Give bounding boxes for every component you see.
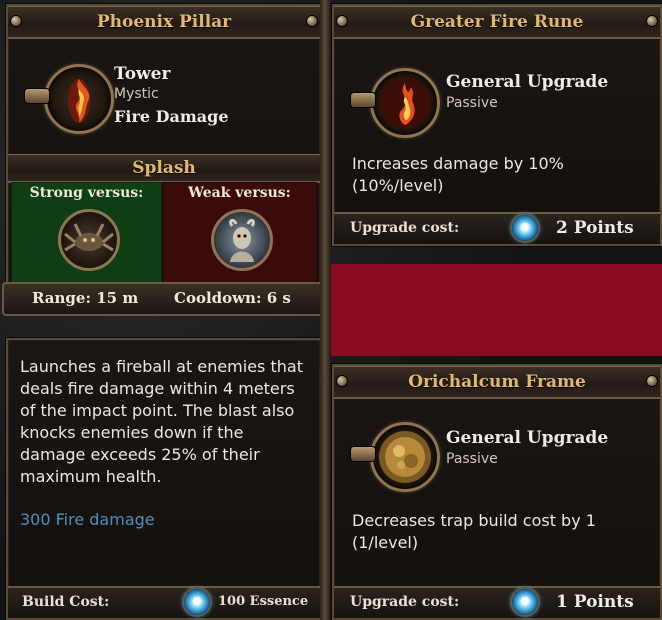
upgrade-1-cost-value: 2 Points [556,218,634,238]
tower-stats-bar: Range: 15 m Cooldown: 6 s [2,282,324,316]
upgrade-2-kind: Passive [446,451,498,467]
rivet [11,16,21,26]
range-value: Range: 15 m [32,289,139,307]
panel-divider [320,0,330,620]
horned-beast-enemy-icon [211,209,273,271]
redacted-block [331,264,662,356]
upgrade-1-cost-bar: Upgrade cost: ✹ 2 Points [334,212,660,244]
upgrade-2-title: Orichalcum Frame [334,366,660,399]
upgrade-2-description: Decreases trap build cost by 1 (1/level) [352,511,596,552]
upgrade-card-fire-rune: Greater Fire Rune General Upgrade Passiv… [332,4,662,246]
splash-header: Splash [8,154,320,183]
weak-versus-box: Weak versus: [162,182,317,286]
fire-rune-icon [351,68,440,138]
tower-description-panel: Launches a fireball at enemies that deal… [6,338,322,620]
upgrade-2-cost-value: 1 Points [556,592,634,612]
upgrade-1-category: General Upgrade [446,72,609,92]
orichalcum-frame-icon [351,422,440,492]
tower-stat-damage: 300 Fire damage [20,510,155,529]
cooldown-value: Cooldown: 6 s [174,289,291,307]
rivet [337,376,347,386]
essence-gem-icon: ✹ [512,589,538,615]
build-cost-label: Build Cost: [22,594,110,610]
rivet [307,16,317,26]
strong-versus-label: Strong versus: [29,185,144,201]
weak-versus-label: Weak versus: [188,185,291,201]
upgrade-1-kind: Passive [446,95,498,111]
upgrade-1-cost-label: Upgrade cost: [350,220,460,236]
upgrade-1-title: Greater Fire Rune [334,6,660,39]
tower-type: Tower [114,64,171,84]
upgrade-1-description: Increases damage by 10% (10%/level) [352,154,564,195]
spider-enemy-icon [58,209,120,271]
upgrade-2-category: General Upgrade [446,428,609,448]
phoenix-pillar-icon [25,64,114,134]
build-cost-bar: Build Cost: ✹ 100 Essence [8,586,320,618]
tower-info-panel: Phoenix Pillar Tower Mystic Fire Damage … [6,4,322,314]
upgrade-card-orichalcum-frame: Orichalcum Frame General Upgrade Passive… [332,364,662,620]
tower-damage-type: Fire Damage [114,107,229,126]
upgrade-2-cost-label: Upgrade cost: [350,594,460,610]
rivet [647,16,657,26]
tower-title: Phoenix Pillar [8,6,320,39]
upgrade-2-cost-bar: Upgrade cost: ✹ 1 Points [334,586,660,618]
rivet [337,16,347,26]
tower-description: Launches a fireball at enemies that deal… [20,357,303,486]
essence-gem-icon: ✹ [184,589,210,615]
essence-gem-icon: ✹ [512,215,538,241]
build-cost-value: 100 Essence [218,594,309,609]
rivet [647,376,657,386]
tower-school: Mystic [114,86,159,102]
strong-versus-box: Strong versus: [11,182,162,286]
